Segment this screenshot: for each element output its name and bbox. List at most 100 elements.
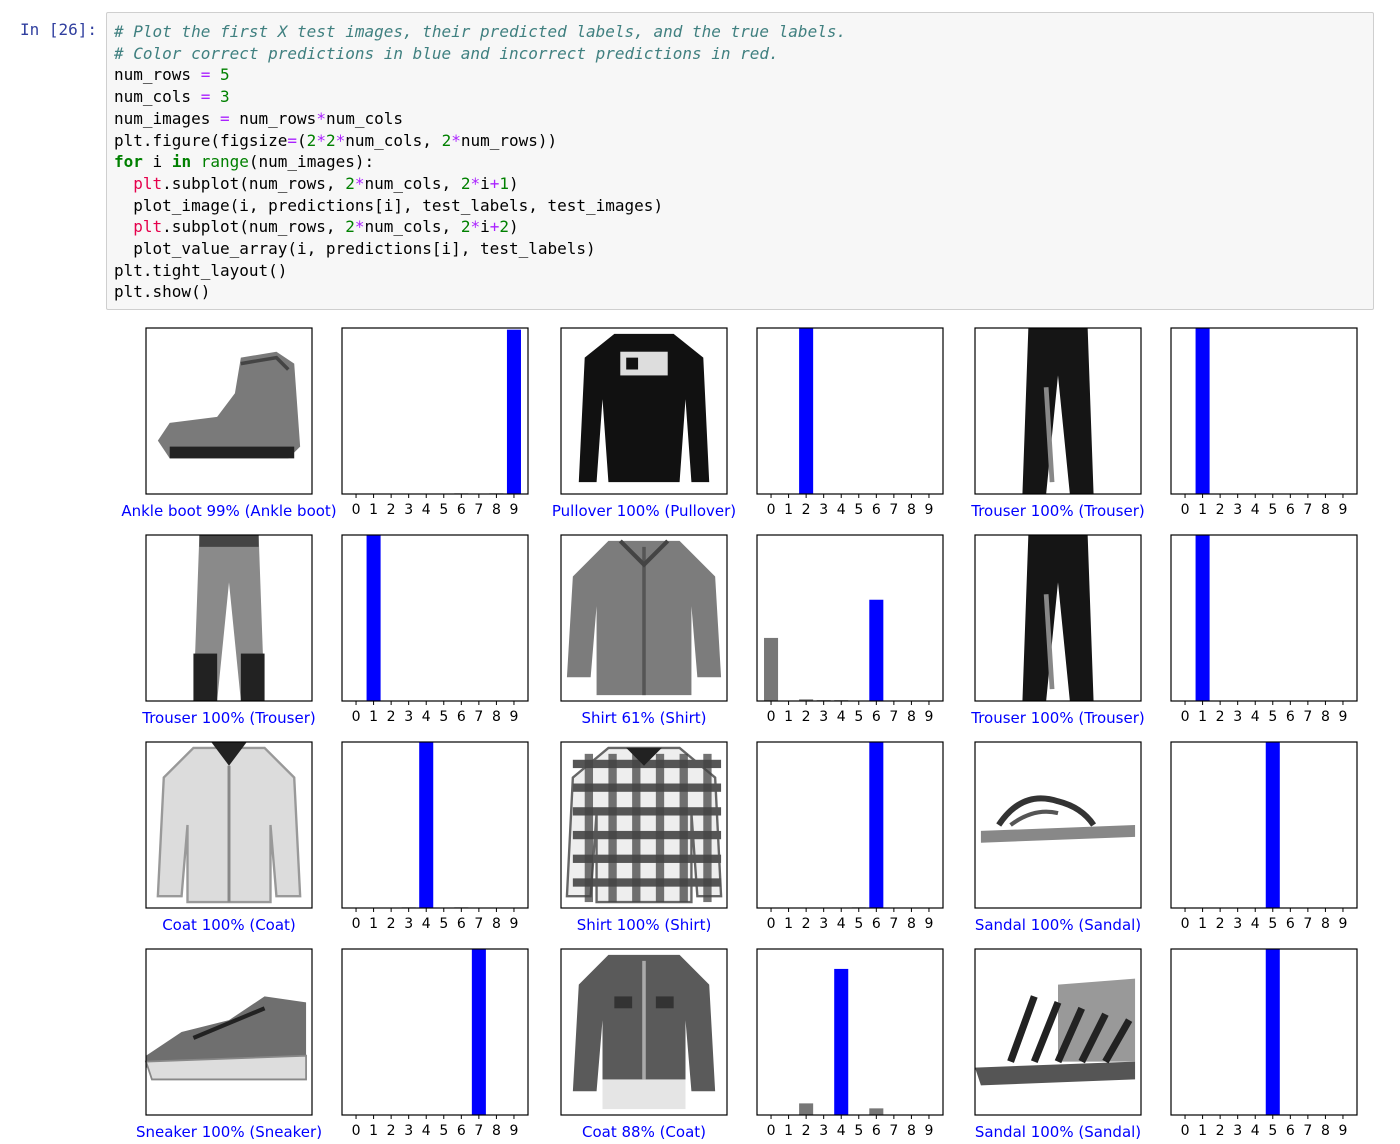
x-tick-label: 9 [1339,709,1348,725]
code-token: * [316,130,326,150]
plaid-stripe [608,753,617,903]
value-array-panel: 0123456789 [341,948,529,1139]
code-token: 2 [460,173,471,193]
code-token: 1 [499,173,510,193]
x-tick-label: 4 [837,502,846,518]
x-tick-label: 7 [1303,709,1312,725]
x-tick-label: 3 [819,709,828,725]
x-tick-label: 1 [1198,709,1207,725]
x-tick-label: 1 [784,709,793,725]
bar-class-2 [799,328,814,494]
value-array-panel: 0123456789 [1170,534,1358,725]
x-tick-label: 6 [1286,1123,1295,1139]
bar-class-1 [366,535,381,701]
code-token: range [200,152,249,172]
value-array-panel: 0123456789 [341,534,529,725]
code-line: plot_image(i, predictions[i], test_label… [114,196,663,215]
code-token: 2 [460,217,471,237]
code-token: 2 [325,130,336,150]
plaid-stripe [572,830,722,840]
x-tick-label: 9 [510,916,519,932]
x-tick-label: 4 [837,1123,846,1139]
code-line: plot_value_array(i, predictions[i], test… [114,239,596,259]
code-editor[interactable]: # Plot the first X test images, their pr… [107,13,1373,303]
x-tick-label: 0 [767,502,776,518]
code-token: = [287,130,298,150]
x-tick-label: 3 [819,1123,828,1139]
x-tick-label: 7 [474,1123,483,1139]
code-token: * [335,130,346,150]
code-token: ( [297,130,307,150]
code-token: = [219,108,230,128]
x-tick-label: 6 [1286,502,1295,518]
chart-background [757,535,943,701]
x-tick-label: 6 [1286,916,1295,932]
code-token: ) [509,217,519,237]
code-token: 2 [441,130,452,150]
plaid-stripe [572,807,722,816]
code-token: num_rows)) [460,130,558,150]
x-tick-label: 7 [889,916,898,932]
x-tick-label: 0 [1181,1123,1190,1139]
chart-background [342,742,528,908]
x-tick-label: 8 [492,709,501,725]
boot-sole [169,446,295,459]
code-token: plt.show() [114,282,211,302]
x-tick-label: 4 [1251,709,1260,725]
chart-background [1171,742,1357,908]
bar-class-4 [834,968,849,1115]
x-tick-label: 5 [854,916,863,932]
code-line: plt.tight_layout() [114,261,287,280]
code-token: plot_image(i, predictions[i], test_label… [114,195,664,215]
bar-class-4 [419,742,434,908]
chart-background [342,328,528,494]
code-token: * [470,217,481,237]
x-tick-label: 8 [1321,502,1330,518]
x-tick-label: 4 [1251,916,1260,932]
x-tick-label: 4 [422,709,431,725]
bar-class-5 [1265,949,1280,1115]
code-token: 2 [345,217,355,237]
x-tick-label: 3 [1233,916,1242,932]
x-tick-label: 2 [1216,1123,1225,1139]
image-panel: Coat 100% (Coat) [145,741,313,934]
code-line: plt.show() [114,282,210,301]
value-array-panel: 0123456789 [756,534,944,725]
trouser-waist [199,535,259,547]
x-tick-label: 1 [784,502,793,518]
code-token: plot_value_array(i, predictions[i], test… [114,239,596,259]
x-tick-label: 7 [1303,916,1312,932]
plaid-stripe [584,753,594,903]
x-tick-label: 9 [1339,916,1348,932]
x-tick-label: 4 [1251,502,1260,518]
prediction-caption: Trouser 100% (Trouser) [970,502,1145,520]
x-tick-label: 9 [510,709,519,725]
prediction-caption: Shirt 61% (Shirt) [581,709,706,727]
image-panel: Trouser 100% (Trouser) [970,327,1145,520]
code-token: plt.figure(figsize [114,130,288,150]
x-tick-label: 4 [422,916,431,932]
image-panel: Coat 88% (Coat) [560,948,728,1141]
x-tick-label: 9 [925,1123,934,1139]
x-tick-label: 7 [1303,502,1312,518]
x-tick-label: 2 [1216,709,1225,725]
bar-class-1 [1195,328,1210,494]
code-line: # Plot the first X test images, their pr… [114,22,846,41]
chart-background [757,949,943,1115]
code-token: # Plot the first X test images, their pr… [114,22,847,41]
x-tick-label: 1 [784,916,793,932]
code-cell-input[interactable]: # Plot the first X test images, their pr… [106,12,1374,310]
x-tick-label: 6 [457,502,466,518]
code-token: * [316,108,326,128]
x-tick-label: 7 [889,502,898,518]
x-tick-label: 1 [784,1123,793,1139]
x-tick-label: 1 [1198,1123,1207,1139]
plaid-stripe [572,878,722,887]
chart-background [1171,949,1357,1115]
x-tick-label: 4 [837,916,846,932]
image-panel: Shirt 100% (Shirt) [560,741,728,934]
image-panel: Sandal 100% (Sandal) [974,948,1142,1141]
plaid-shirt-image [565,746,723,904]
